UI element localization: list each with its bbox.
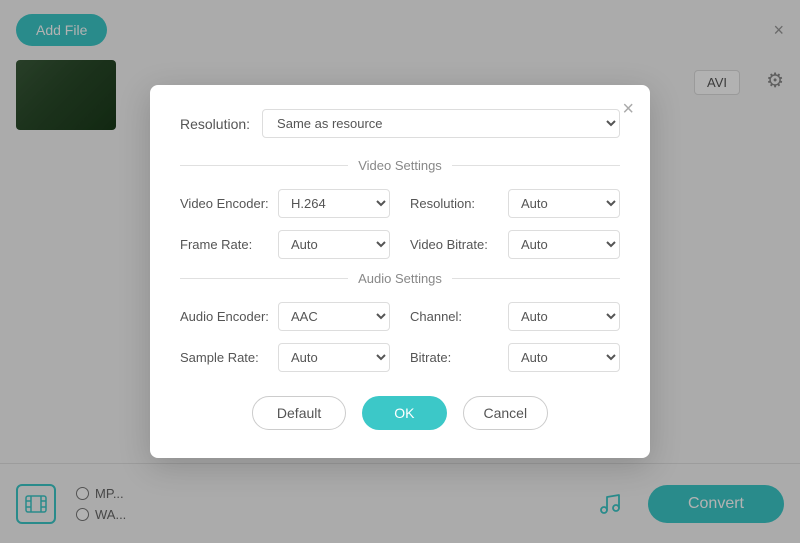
audio-settings-title: Audio Settings (358, 271, 442, 286)
resolution-item: Resolution: Auto (410, 189, 620, 218)
bitrate-item: Bitrate: Auto (410, 343, 620, 372)
audio-encoder-item: Audio Encoder: AAC (180, 302, 390, 331)
video-bitrate-label: Video Bitrate: (410, 237, 500, 252)
video-settings-grid: Video Encoder: H.264 Resolution: Auto Fr… (180, 189, 620, 259)
app-background: Add File × AVI ⚙ (0, 0, 800, 543)
audio-encoder-label: Audio Encoder: (180, 309, 270, 324)
sample-rate-item: Sample Rate: Auto (180, 343, 390, 372)
channel-label: Channel: (410, 309, 500, 324)
ok-button[interactable]: OK (362, 396, 446, 430)
resolution-label2: Resolution: (410, 196, 500, 211)
bitrate-label: Bitrate: (410, 350, 500, 365)
video-encoder-select[interactable]: H.264 (278, 189, 390, 218)
settings-modal: × Resolution: Same as resource Video Set… (150, 85, 650, 458)
video-bitrate-select[interactable]: Auto (508, 230, 620, 259)
modal-close-button[interactable]: × (622, 99, 634, 119)
video-settings-divider: Video Settings (180, 158, 620, 173)
video-bitrate-item: Video Bitrate: Auto (410, 230, 620, 259)
cancel-button[interactable]: Cancel (463, 396, 549, 430)
audio-settings-grid: Audio Encoder: AAC Channel: Auto Sample … (180, 302, 620, 372)
modal-buttons: Default OK Cancel (180, 396, 620, 430)
resolution-select[interactable]: Same as resource (262, 109, 620, 138)
audio-encoder-select[interactable]: AAC (278, 302, 390, 331)
channel-select[interactable]: Auto (508, 302, 620, 331)
video-encoder-label: Video Encoder: (180, 196, 270, 211)
bitrate-select[interactable]: Auto (508, 343, 620, 372)
frame-rate-item: Frame Rate: Auto (180, 230, 390, 259)
channel-item: Channel: Auto (410, 302, 620, 331)
sample-rate-label: Sample Rate: (180, 350, 270, 365)
frame-rate-select[interactable]: Auto (278, 230, 390, 259)
sample-rate-select[interactable]: Auto (278, 343, 390, 372)
default-button[interactable]: Default (252, 396, 346, 430)
frame-rate-label: Frame Rate: (180, 237, 270, 252)
video-settings-title: Video Settings (358, 158, 442, 173)
audio-settings-divider: Audio Settings (180, 271, 620, 286)
resolution-label: Resolution: (180, 116, 250, 132)
top-resolution-row: Resolution: Same as resource (180, 109, 620, 138)
modal-overlay: × Resolution: Same as resource Video Set… (0, 0, 800, 543)
video-encoder-item: Video Encoder: H.264 (180, 189, 390, 218)
resolution-select2[interactable]: Auto (508, 189, 620, 218)
